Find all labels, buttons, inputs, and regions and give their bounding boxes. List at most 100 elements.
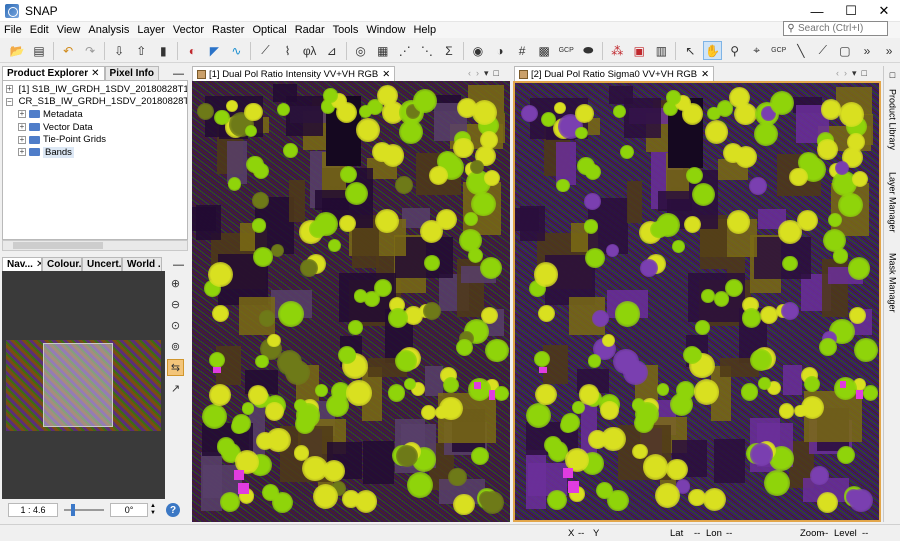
tab-pixel-info[interactable]: Pixel Info	[104, 66, 159, 80]
density-plot-icon[interactable]: ⋰	[396, 41, 414, 60]
minimize-dock-icon[interactable]: □	[884, 70, 900, 80]
chevron-down-icon[interactable]: ▾	[484, 68, 489, 79]
menu-window[interactable]: Window	[362, 24, 409, 36]
redo-icon[interactable]: ↷	[81, 41, 99, 60]
batch-processing-icon[interactable]: ▣	[630, 41, 648, 60]
polyline-drawing-icon[interactable]: ⟋	[814, 41, 832, 60]
spectrum-view-icon[interactable]: ⌇	[279, 41, 297, 60]
scrollbar-thumb[interactable]	[13, 242, 103, 249]
tab-world-view[interactable]: World ...	[122, 257, 162, 271]
menu-raster[interactable]: Raster	[208, 24, 248, 36]
expand-icon[interactable]: +	[18, 148, 26, 157]
chevron-right-icon[interactable]: ›	[476, 68, 479, 78]
chevron-left-icon[interactable]: ‹	[468, 68, 471, 78]
tab-product-explorer[interactable]: Product Explorer ✕	[2, 66, 105, 80]
chevron-right-icon[interactable]: ›	[844, 68, 847, 78]
maximize-view-icon[interactable]: □	[862, 68, 867, 78]
spectrum-icon[interactable]: ◤	[205, 41, 223, 60]
pin-manager-icon[interactable]: ◉	[469, 41, 487, 60]
zoom-tool-icon[interactable]: ⚲	[726, 41, 744, 60]
view-2-nav-arrows[interactable]: ‹ › ▾ □	[836, 66, 867, 80]
tree-horizontal-scrollbar[interactable]	[2, 240, 188, 251]
zoom-pixel-icon[interactable]: ⊙	[167, 317, 184, 334]
phi-lambda-icon[interactable]: φλ	[301, 41, 319, 60]
tree-node-tie-point-grids[interactable]: + Tie-Point Grids	[3, 133, 187, 146]
mask-icon[interactable]: ⬬	[579, 41, 597, 60]
graph-builder-icon[interactable]: ⁂	[608, 41, 626, 60]
close-icon[interactable]: ✕	[91, 68, 99, 79]
zoom-out-icon[interactable]: ⊖	[167, 296, 184, 313]
chevron-down-icon[interactable]: ▾	[852, 68, 857, 79]
save-product-icon[interactable]: ▤	[30, 41, 48, 60]
sum-icon[interactable]: Σ	[440, 41, 458, 60]
sync-cursor-icon[interactable]: ↗	[167, 380, 184, 397]
tab-image-view-1[interactable]: [1] Dual Pol Ratio Intensity VV+VH RGB ✕	[192, 66, 396, 81]
wave-icon[interactable]: ∿	[227, 41, 245, 60]
minimize-panel-icon[interactable]: —	[173, 259, 188, 271]
gcp-placing-icon[interactable]: GCP	[770, 41, 788, 60]
close-icon[interactable]: ✕	[382, 69, 390, 80]
pan-tool-icon[interactable]: ✋	[703, 41, 722, 60]
gcp-manager-icon[interactable]: GCP	[557, 41, 575, 60]
collapse-icon[interactable]: −	[6, 97, 13, 106]
view-1-nav-arrows[interactable]: ‹ › ▾ □	[468, 66, 499, 80]
sync-views-icon[interactable]: ⇆	[167, 359, 184, 376]
maximize-button[interactable]: ☐	[835, 0, 867, 22]
toolbar-overflow-icon[interactable]: »	[858, 41, 876, 60]
menu-view[interactable]: View	[53, 24, 85, 36]
profile-plot-icon[interactable]: ⟋	[256, 41, 274, 60]
line-drawing-icon[interactable]: ╲	[792, 41, 810, 60]
scale-field[interactable]: 1 : 4.6	[8, 503, 58, 517]
menu-layer[interactable]: Layer	[133, 24, 169, 36]
maximize-view-icon[interactable]: □	[494, 68, 499, 78]
scatter-plot-icon[interactable]: ⋱	[418, 41, 436, 60]
search-input[interactable]	[798, 23, 876, 34]
search-box[interactable]: ⚲	[783, 21, 888, 36]
chevron-left-icon[interactable]: ‹	[836, 68, 839, 78]
tree-node-product-1[interactable]: + [1] S1B_IW_GRDH_1SDV_20180828T153539_	[3, 83, 187, 96]
menu-vector[interactable]: Vector	[169, 24, 208, 36]
close-button[interactable]: ✕	[868, 0, 900, 22]
tree-node-metadata[interactable]: + Metadata	[3, 108, 187, 121]
rectangle-drawing-icon[interactable]: ▢	[836, 41, 854, 60]
tab-image-view-2[interactable]: [2] Dual Pol Ratio Sigma0 VV+VH RGB ✕	[514, 66, 715, 81]
minimize-panel-icon[interactable]: —	[173, 68, 188, 80]
expand-icon[interactable]: +	[18, 110, 26, 119]
image-view-1-canvas[interactable]	[192, 81, 510, 522]
menu-help[interactable]: Help	[409, 24, 440, 36]
dock-tab-mask-manager[interactable]: Mask Manager	[884, 248, 900, 318]
histogram-icon[interactable]: ⊿	[323, 41, 341, 60]
rotation-angle-field[interactable]: 0°	[110, 503, 148, 517]
graticule-icon[interactable]: #	[513, 41, 531, 60]
menu-edit[interactable]: Edit	[26, 24, 53, 36]
navigation-canvas[interactable]	[2, 271, 165, 499]
tree-node-vector-data[interactable]: + Vector Data	[3, 121, 187, 134]
tab-navigation[interactable]: Nav... ✕	[2, 257, 42, 271]
time-series-icon[interactable]: ▥	[652, 41, 670, 60]
open-product-icon[interactable]: 📂	[8, 41, 26, 60]
menu-tools[interactable]: Tools	[329, 24, 363, 36]
slider-knob[interactable]	[71, 504, 75, 516]
view-icon[interactable]: ◑	[491, 41, 509, 60]
export-icon[interactable]: ⇧	[132, 41, 150, 60]
tab-colour-manipulation[interactable]: Colour...	[42, 257, 82, 271]
menu-radar[interactable]: Radar	[291, 24, 329, 36]
expand-icon[interactable]: +	[18, 123, 26, 132]
colour-manipulation-icon[interactable]: ◐	[183, 41, 201, 60]
help-icon[interactable]: ?	[166, 503, 180, 517]
undo-icon[interactable]: ↶	[59, 41, 77, 60]
pin-placing-icon[interactable]: ⌖	[748, 41, 766, 60]
world-map-icon[interactable]: ◎	[352, 41, 370, 60]
menu-analysis[interactable]: Analysis	[84, 24, 133, 36]
tab-uncertainty[interactable]: Uncert...	[82, 257, 122, 271]
zoom-all-icon[interactable]: ⊚	[167, 338, 184, 355]
zoom-in-icon[interactable]: ⊕	[167, 275, 184, 292]
menu-optical[interactable]: Optical	[248, 24, 290, 36]
band-maths-icon[interactable]: ▮	[154, 41, 172, 60]
zoom-slider[interactable]	[64, 503, 104, 517]
minimize-button[interactable]: —	[801, 0, 833, 22]
expand-icon[interactable]: +	[18, 135, 26, 144]
grid-icon[interactable]: ▩	[535, 41, 553, 60]
navigation-viewport-rect[interactable]	[43, 343, 113, 427]
angle-spinner[interactable]: ▲ ▼	[148, 503, 158, 517]
